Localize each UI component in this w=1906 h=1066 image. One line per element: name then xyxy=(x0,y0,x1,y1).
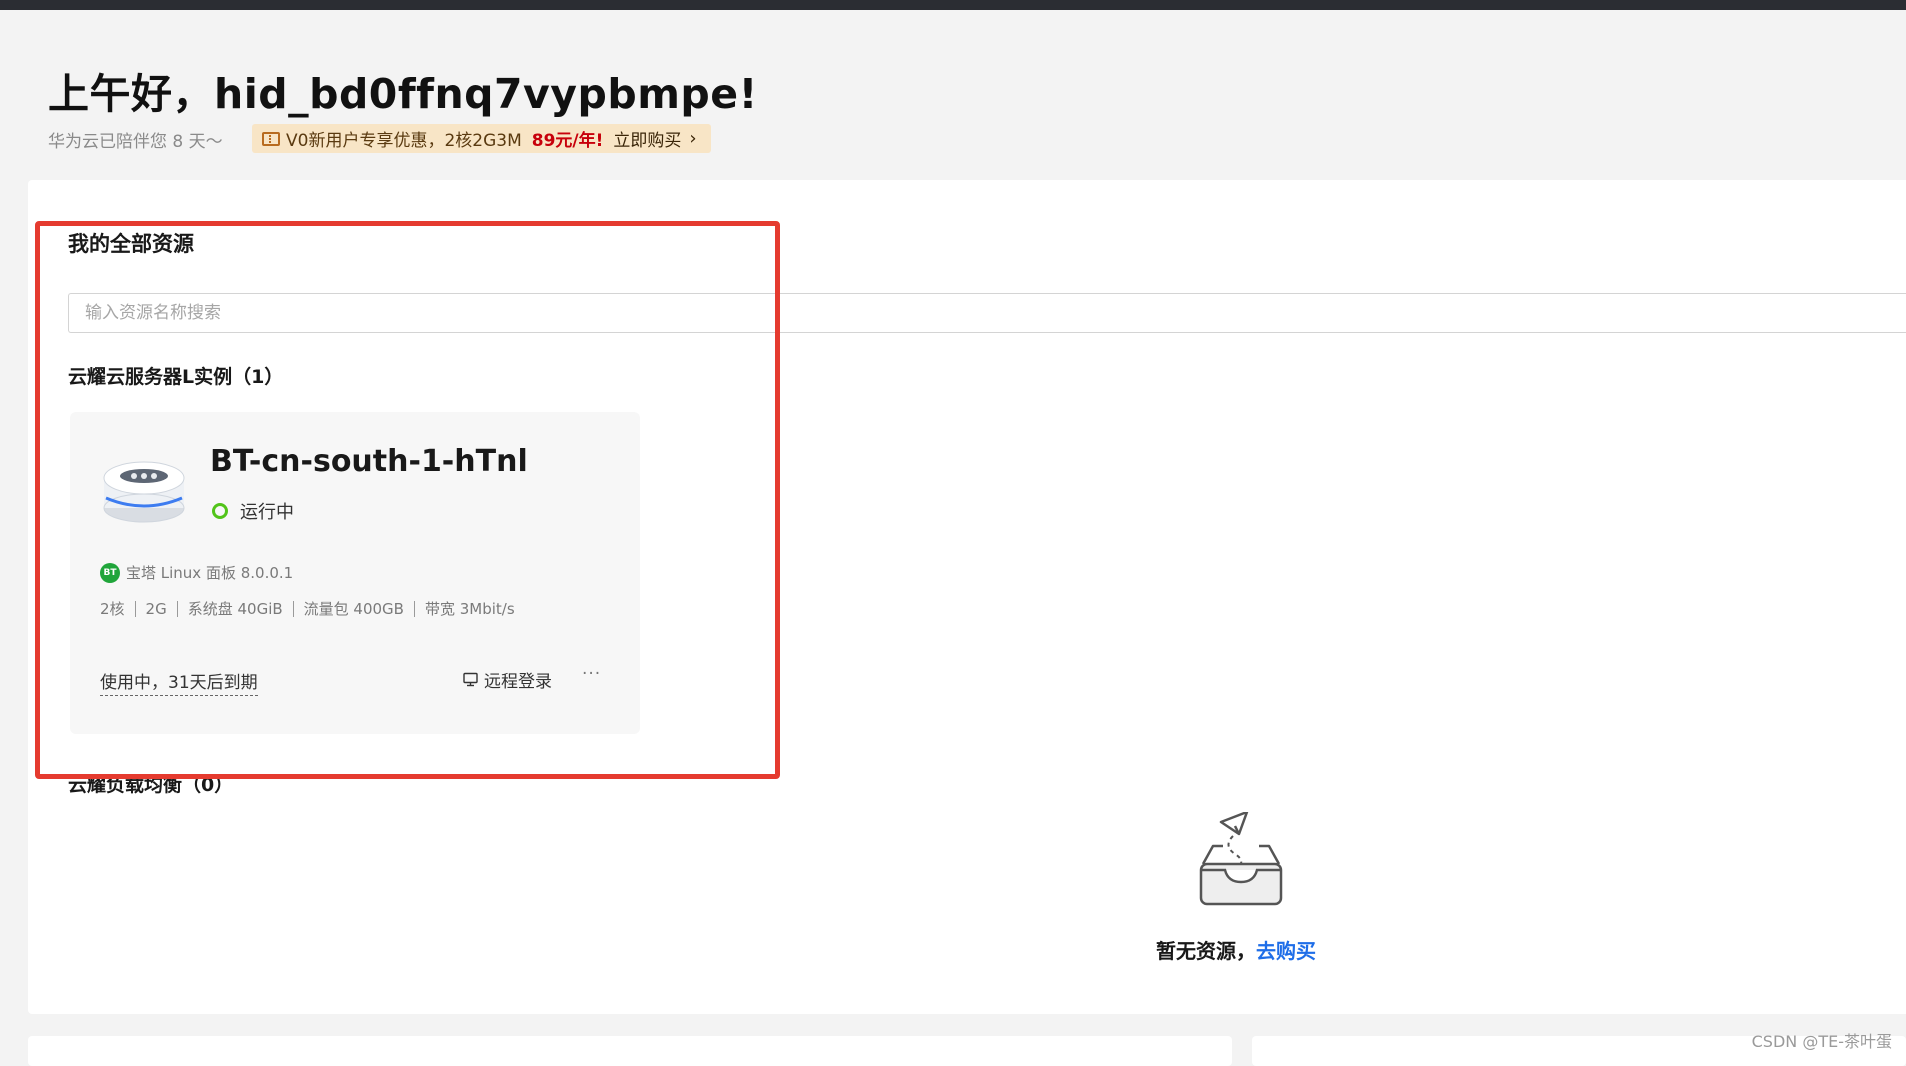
remote-login-button[interactable]: 远程登录 xyxy=(463,667,552,692)
instance-card[interactable]: BT-cn-south-1-hTnl 运行中 BT 宝塔 Linux 面板 8.… xyxy=(70,412,640,734)
watermark: CSDN @TE-茶叶蛋 xyxy=(1751,1032,1892,1051)
go-buy-link[interactable]: 去购买 xyxy=(1256,939,1316,963)
empty-label: 暂无资源， xyxy=(1156,939,1256,963)
instance-expiry[interactable]: 使用中，31天后到期 xyxy=(100,668,258,696)
spec-memory: 2G xyxy=(145,599,167,618)
promo-banner[interactable]: V0新用户专享优惠，2核2G3M 89元/年! 立即购买 › xyxy=(252,124,711,153)
remote-login-label: 远程登录 xyxy=(484,672,552,692)
instance-status: 运行中 xyxy=(212,498,294,524)
spec-divider xyxy=(134,600,136,617)
monitor-icon xyxy=(463,672,478,687)
promo-text: V0新用户专享优惠，2核2G3M xyxy=(286,131,522,151)
spec-disk: 系统盘 40GiB xyxy=(187,600,283,618)
empty-inbox-icon xyxy=(1199,812,1283,906)
top-bar xyxy=(0,0,1906,10)
server-icon xyxy=(103,461,185,523)
spec-cpu: 2核 xyxy=(100,600,125,618)
bottom-card-left xyxy=(28,1036,1232,1066)
spec-divider xyxy=(292,600,294,617)
image-label: 宝塔 Linux 面板 8.0.0.1 xyxy=(126,564,294,582)
group-title-flexus-l: 云耀云服务器L实例（1） xyxy=(68,366,284,388)
promo-buy-link[interactable]: 立即购买 xyxy=(613,126,681,151)
chevron-right-icon: › xyxy=(689,128,697,149)
spec-bandwidth: 带宽 3Mbit/s xyxy=(424,600,515,618)
instance-name[interactable]: BT-cn-south-1-hTnl xyxy=(210,444,528,479)
spec-divider xyxy=(176,600,178,617)
more-actions-icon[interactable]: ··· xyxy=(582,664,601,684)
companion-text: 华为云已陪伴您 8 天～ xyxy=(48,132,223,152)
greeting-title: 上午好，hid_bd0ffnq7vypbmpe! xyxy=(48,70,758,118)
promo-price: 89元/年! xyxy=(531,131,604,151)
resource-search-input[interactable] xyxy=(68,293,1906,333)
bt-panel-icon: BT xyxy=(100,562,120,583)
empty-state-text: 暂无资源，去购买 xyxy=(1156,935,1316,964)
group-title-load-balancer: 云耀负载均衡（0） xyxy=(68,774,234,796)
spec-traffic: 流量包 400GB xyxy=(303,600,404,618)
ticket-icon xyxy=(262,131,280,146)
status-running-icon xyxy=(212,503,228,519)
status-label: 运行中 xyxy=(240,502,294,523)
resources-title: 我的全部资源 xyxy=(68,232,194,256)
instance-specs: 2核 2G 系统盘 40GiB 流量包 400GB 带宽 3Mbit/s xyxy=(100,598,515,619)
instance-image: BT 宝塔 Linux 面板 8.0.0.1 xyxy=(100,562,293,583)
spec-divider xyxy=(413,600,415,617)
